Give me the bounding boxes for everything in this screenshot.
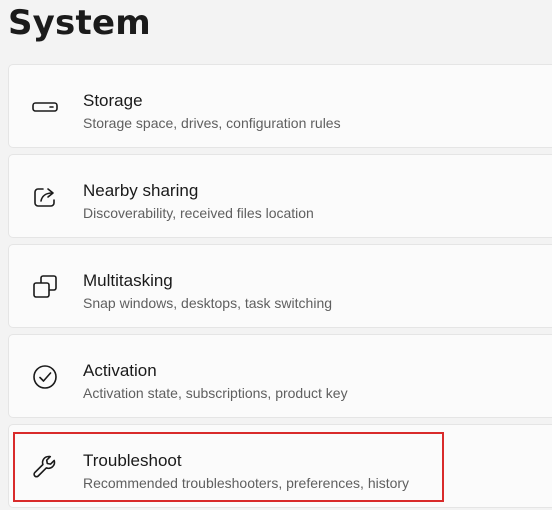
- setting-item-storage[interactable]: Storage Storage space, drives, configura…: [8, 64, 552, 148]
- setting-item-title: Multitasking: [83, 271, 173, 290]
- page-title: System: [8, 3, 151, 43]
- setting-item-description: Recommended troubleshooters, preferences…: [83, 475, 410, 491]
- setting-item-title: Troubleshoot: [83, 451, 182, 470]
- setting-item-description: Discoverability, received files location: [83, 205, 314, 221]
- storage-drive-icon: [31, 93, 59, 121]
- setting-item-description: Activation state, subscriptions, product…: [83, 385, 348, 401]
- setting-item-multitasking[interactable]: Multitasking Snap windows, desktops, tas…: [8, 244, 552, 328]
- setting-item-description: Storage space, drives, configuration rul…: [83, 115, 341, 131]
- setting-item-nearby-sharing[interactable]: Nearby sharing Discoverability, received…: [8, 154, 552, 238]
- setting-item-activation[interactable]: Activation Activation state, subscriptio…: [8, 334, 552, 418]
- setting-item-description: Snap windows, desktops, task switching: [83, 295, 333, 311]
- setting-item-title: Nearby sharing: [83, 181, 199, 200]
- multitasking-windows-icon: [31, 273, 59, 301]
- setting-item-troubleshoot[interactable]: Troubleshoot Recommended troubleshooters…: [8, 424, 552, 508]
- setting-item-title: Activation: [83, 361, 157, 380]
- wrench-icon: [31, 453, 59, 481]
- setting-item-title: Storage: [83, 91, 143, 110]
- share-icon: [31, 183, 59, 211]
- activation-check-icon: [31, 363, 59, 391]
